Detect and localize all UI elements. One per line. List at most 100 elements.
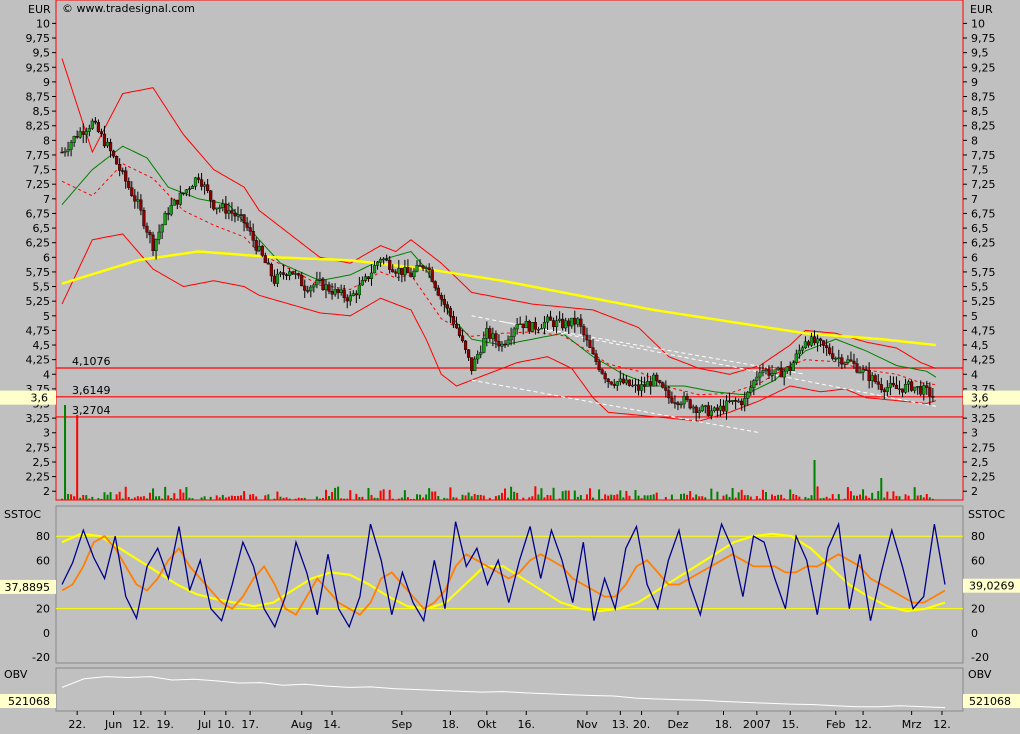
volume-bar xyxy=(892,491,895,500)
price-tick-label-right: 2,25 xyxy=(971,471,996,484)
price-tick-label-right: 6,5 xyxy=(971,222,989,235)
volume-bar xyxy=(780,494,783,500)
candle-body xyxy=(121,170,125,172)
obv-value-right: 521068 xyxy=(969,695,1011,708)
stoch-value-left: 37,8895 xyxy=(5,581,51,594)
candle-body xyxy=(263,255,267,264)
candle-body xyxy=(181,192,185,195)
volume-bar xyxy=(64,405,67,500)
candle-body xyxy=(746,391,750,399)
volume-bar xyxy=(340,498,343,500)
volume-bar xyxy=(218,497,221,500)
volume-bar xyxy=(877,491,880,500)
candle-body xyxy=(491,333,495,339)
candle-body xyxy=(436,287,440,296)
candle-body xyxy=(281,272,286,275)
volume-bar xyxy=(297,497,300,500)
candle-body xyxy=(269,263,273,277)
price-tick-label-left: 10 xyxy=(36,17,50,30)
volume-bar xyxy=(61,498,63,500)
price-tick-label-left: 5,25 xyxy=(26,295,51,308)
price-tick-label-left: 6,5 xyxy=(33,222,51,235)
volume-bar xyxy=(698,496,701,500)
candle-body xyxy=(576,318,580,325)
candle-body xyxy=(111,150,116,157)
volume-bar xyxy=(607,495,610,500)
volume-bar xyxy=(133,497,136,500)
volume-bar xyxy=(324,489,327,500)
currency-label-right: EUR xyxy=(970,3,993,16)
candle-body xyxy=(330,291,334,295)
candle-body xyxy=(242,214,246,224)
candle-body xyxy=(530,322,534,332)
candle-body xyxy=(257,246,261,251)
candle-body xyxy=(828,347,832,354)
price-tick-label-left: 8,25 xyxy=(26,120,51,133)
candle-body xyxy=(782,370,786,378)
candle-body xyxy=(730,400,735,402)
candle-body xyxy=(87,128,91,132)
volume-bar xyxy=(798,496,801,500)
candle-body xyxy=(227,210,231,214)
candle-body xyxy=(676,402,680,405)
volume-bar xyxy=(807,498,810,500)
volume-bar xyxy=(346,498,349,500)
price-tick-label-right: 8,5 xyxy=(971,105,989,118)
candle-body xyxy=(463,340,468,350)
volume-bar xyxy=(482,495,485,500)
candle-body xyxy=(333,289,337,295)
x-tick-label: 19. xyxy=(156,718,174,731)
candle-body xyxy=(157,231,161,240)
candle-body xyxy=(142,210,146,227)
candle-body xyxy=(245,222,249,228)
candle-body xyxy=(658,380,662,383)
candle-body xyxy=(855,363,859,373)
price-tick-label-right: 4,5 xyxy=(971,339,989,352)
candle-body xyxy=(928,387,932,397)
price-tick-label-left: 8 xyxy=(43,134,50,147)
candle-body xyxy=(861,369,865,373)
volume-bar xyxy=(103,492,106,500)
candle-body xyxy=(897,388,902,390)
candle-body xyxy=(160,224,164,233)
volume-bar xyxy=(273,498,276,500)
volume-bar xyxy=(136,496,139,500)
price-tick-label-left: 7,75 xyxy=(26,149,51,162)
candle-body xyxy=(588,339,592,348)
x-tick-label: Jun xyxy=(104,718,122,731)
candle-body xyxy=(163,213,167,226)
candle-body xyxy=(846,359,850,364)
volume-bar xyxy=(537,494,540,500)
price-tick-label-left: 2 xyxy=(43,485,50,498)
volume-bar xyxy=(573,490,576,500)
candle-body xyxy=(621,378,625,384)
volume-bar xyxy=(145,498,148,500)
candle-body xyxy=(655,374,659,381)
candle-body xyxy=(397,268,401,274)
volume-bar xyxy=(227,496,230,500)
price-tick-label-left: 9,25 xyxy=(26,61,51,74)
volume-bar xyxy=(907,495,910,500)
price-tick-label-left: 6 xyxy=(43,251,50,264)
volume-bar xyxy=(792,494,795,500)
volume-bar xyxy=(419,494,422,500)
candle-body xyxy=(78,131,82,138)
candle-body xyxy=(718,405,723,411)
price-tick-label-left: 4,25 xyxy=(26,354,51,367)
price-tick-label-right: 5,25 xyxy=(971,295,996,308)
volume-bar xyxy=(252,494,255,500)
candle-body xyxy=(524,321,528,329)
candle-body xyxy=(127,181,131,188)
x-tick-label: 12. xyxy=(854,718,872,731)
candle-body xyxy=(239,214,243,216)
volume-bar xyxy=(531,496,534,500)
candle-body xyxy=(785,366,789,372)
candle-body xyxy=(539,328,544,330)
candle-body xyxy=(873,375,877,382)
candle-body xyxy=(879,384,883,390)
candle-body xyxy=(639,384,644,391)
x-tick-label: 18. xyxy=(442,718,460,731)
candle-body xyxy=(615,381,619,386)
candle-body xyxy=(148,232,152,236)
candle-body xyxy=(673,402,677,404)
